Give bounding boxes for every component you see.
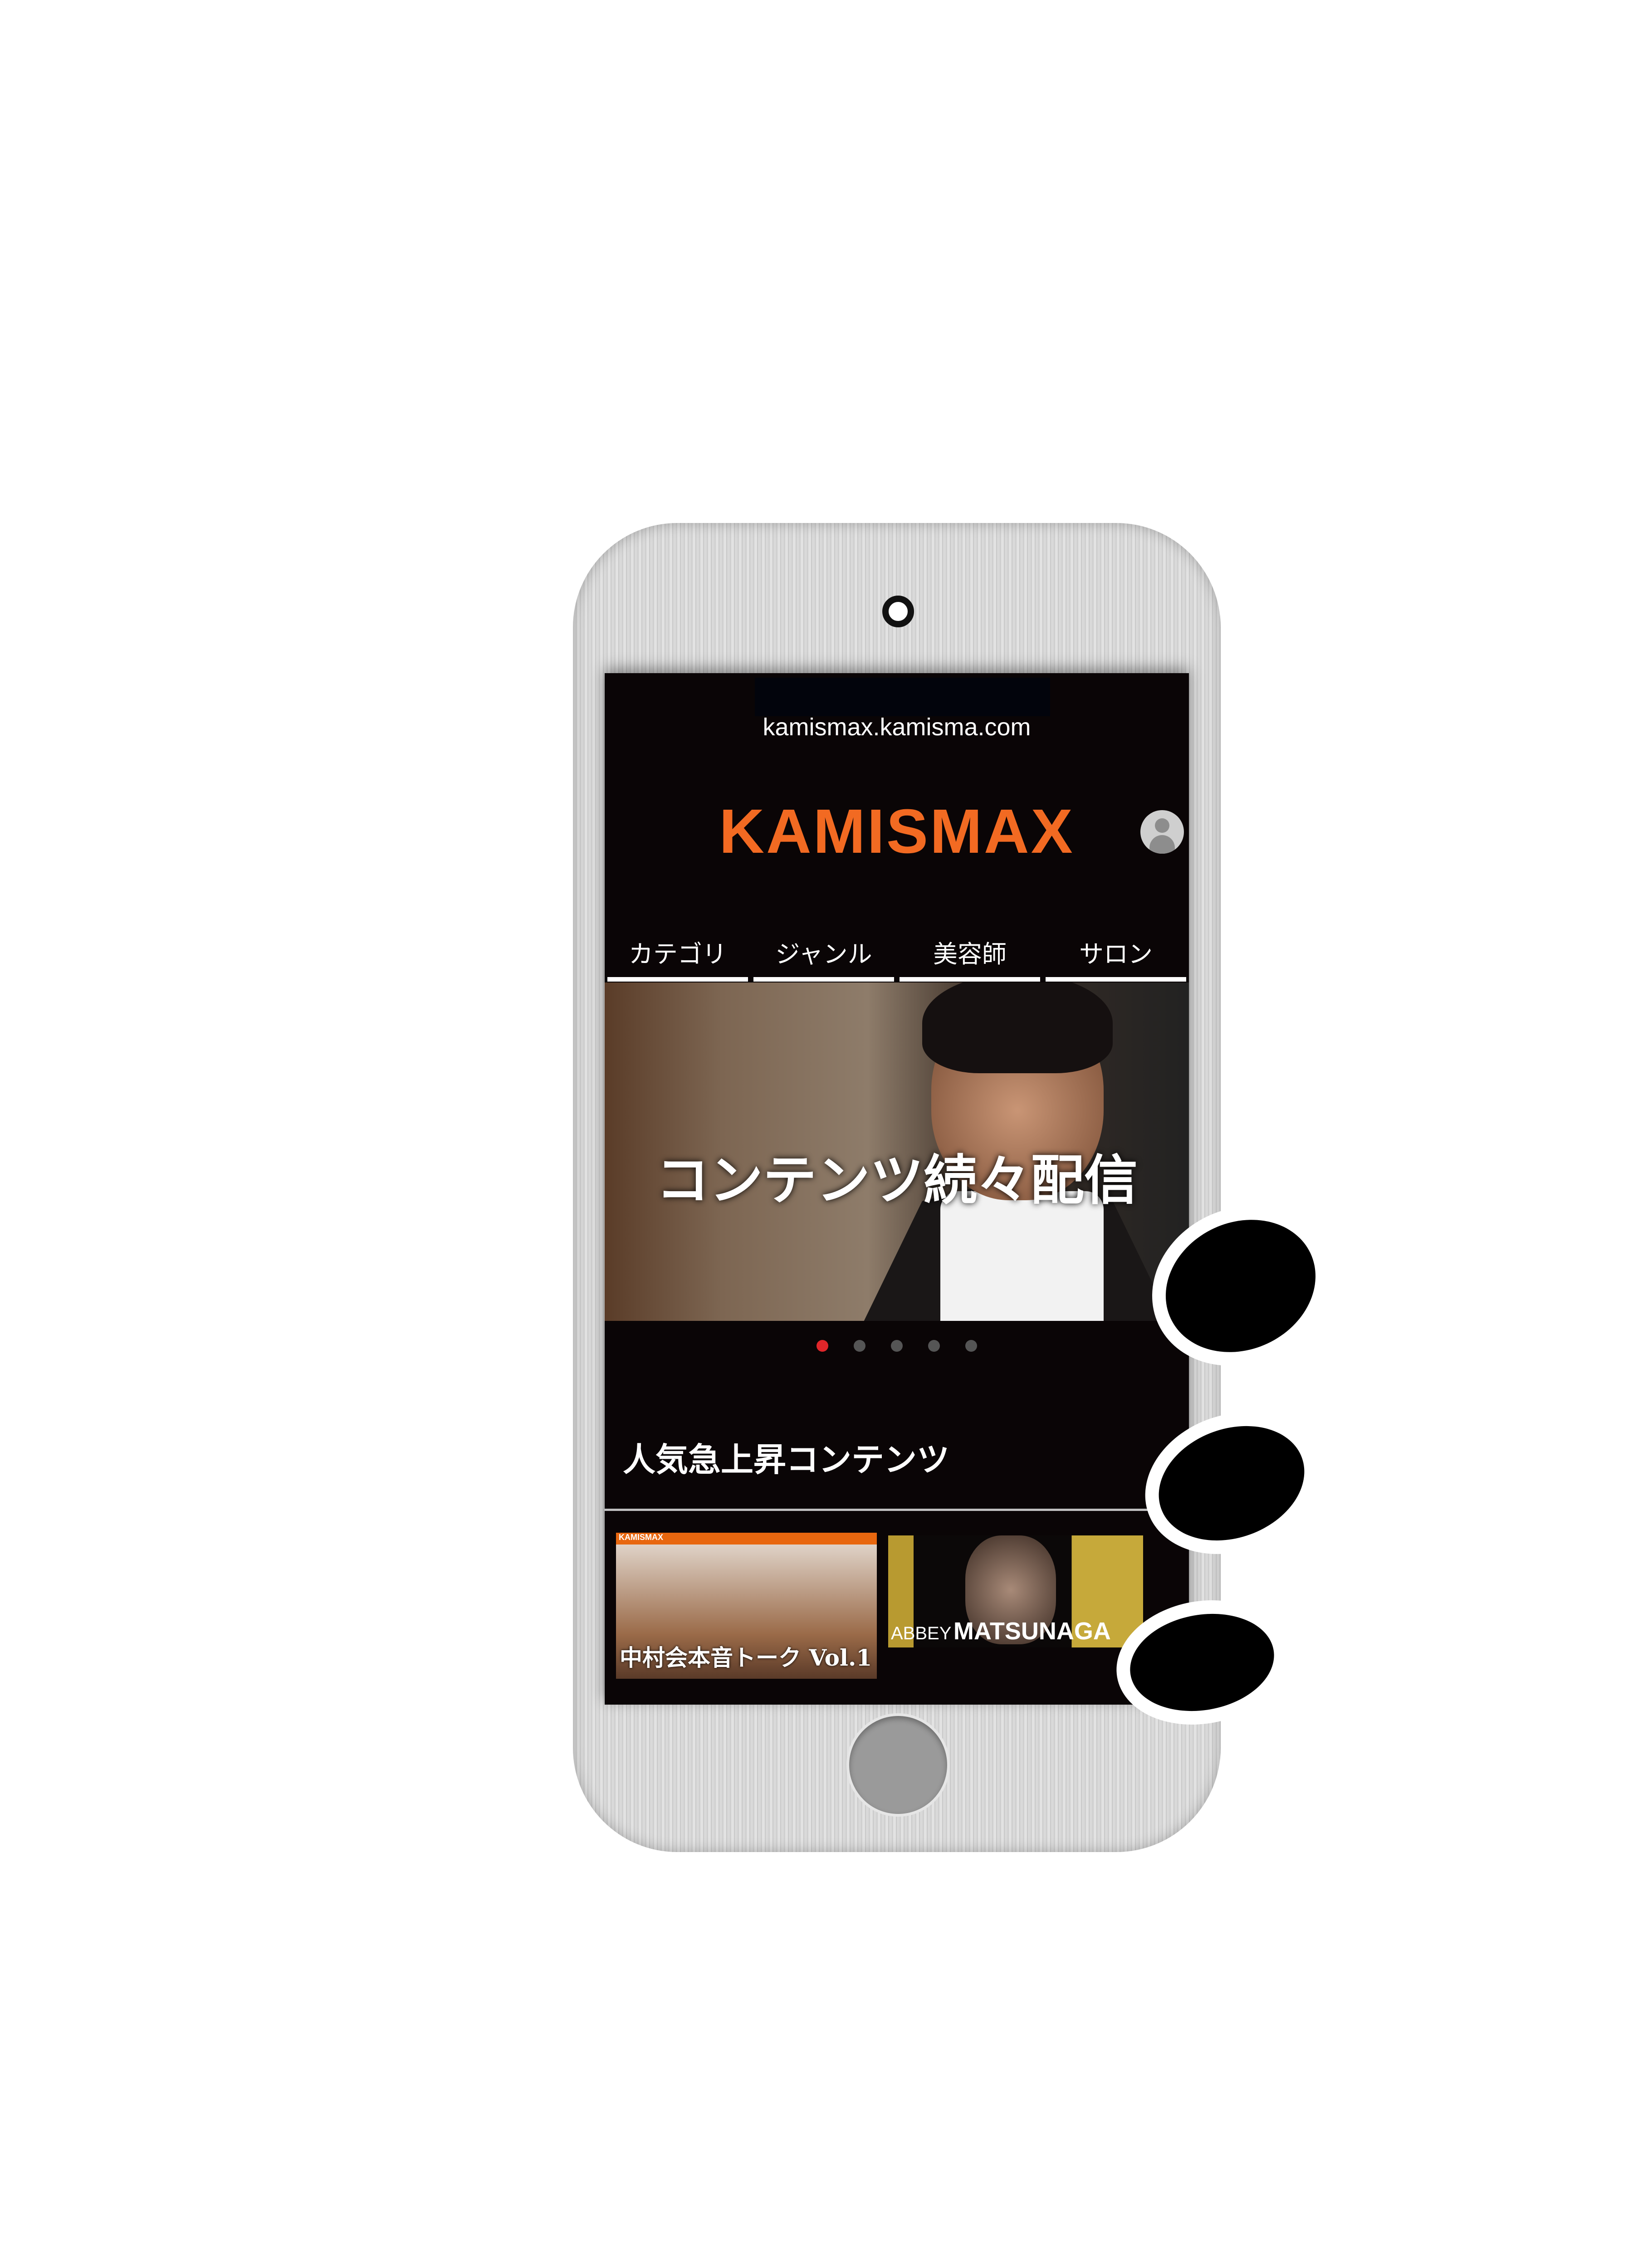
thumbnail-caption: ABBEY MATSUNAGA [891, 1617, 1111, 1645]
thumbnail-brand: KAMISMAX [616, 1533, 877, 1545]
section-title: 人気急上昇コンテンツ [623, 1441, 950, 1479]
thumbnail-caption: 中村会本音トーク Vol.1 [620, 1644, 872, 1671]
status-bar [755, 678, 1050, 716]
site-logo[interactable]: KAMISMAX [605, 796, 1189, 868]
home-button[interactable] [846, 1713, 950, 1817]
content-thumbnail[interactable]: KAMISMAX 中村会本音トーク Vol.1 [616, 1533, 877, 1679]
carousel-dot[interactable] [816, 1340, 828, 1352]
carousel-dot[interactable] [928, 1340, 940, 1352]
tab-stylist[interactable]: 美容師 [900, 932, 1040, 982]
caption-small: ABBEY [891, 1623, 952, 1643]
front-camera [882, 596, 914, 627]
content-thumbnail[interactable]: ABBEY MATSUNAGA [888, 1535, 1143, 1647]
carousel-indicator [605, 1340, 1189, 1352]
carousel-dot[interactable] [854, 1340, 865, 1352]
tab-genre[interactable]: ジャンル [753, 932, 894, 982]
url-bar[interactable]: kamismax.kamisma.com [605, 713, 1189, 741]
hero-banner[interactable]: コンテンツ続々配信 [605, 982, 1189, 1321]
user-avatar-icon[interactable] [1140, 810, 1184, 854]
tab-category[interactable]: カテゴリ [607, 932, 748, 982]
phone-screen: kamismax.kamisma.com KAMISMAX カテゴリ ジャンル … [605, 673, 1189, 1705]
caption-large: MATSUNAGA [953, 1618, 1111, 1645]
carousel-dot[interactable] [965, 1340, 977, 1352]
tab-salon[interactable]: サロン [1046, 932, 1186, 982]
carousel-dot[interactable] [891, 1340, 903, 1352]
hero-caption: コンテンツ続々配信 [655, 1149, 1138, 1212]
divider [605, 1509, 1189, 1511]
category-nav: カテゴリ ジャンル 美容師 サロン [605, 932, 1189, 982]
